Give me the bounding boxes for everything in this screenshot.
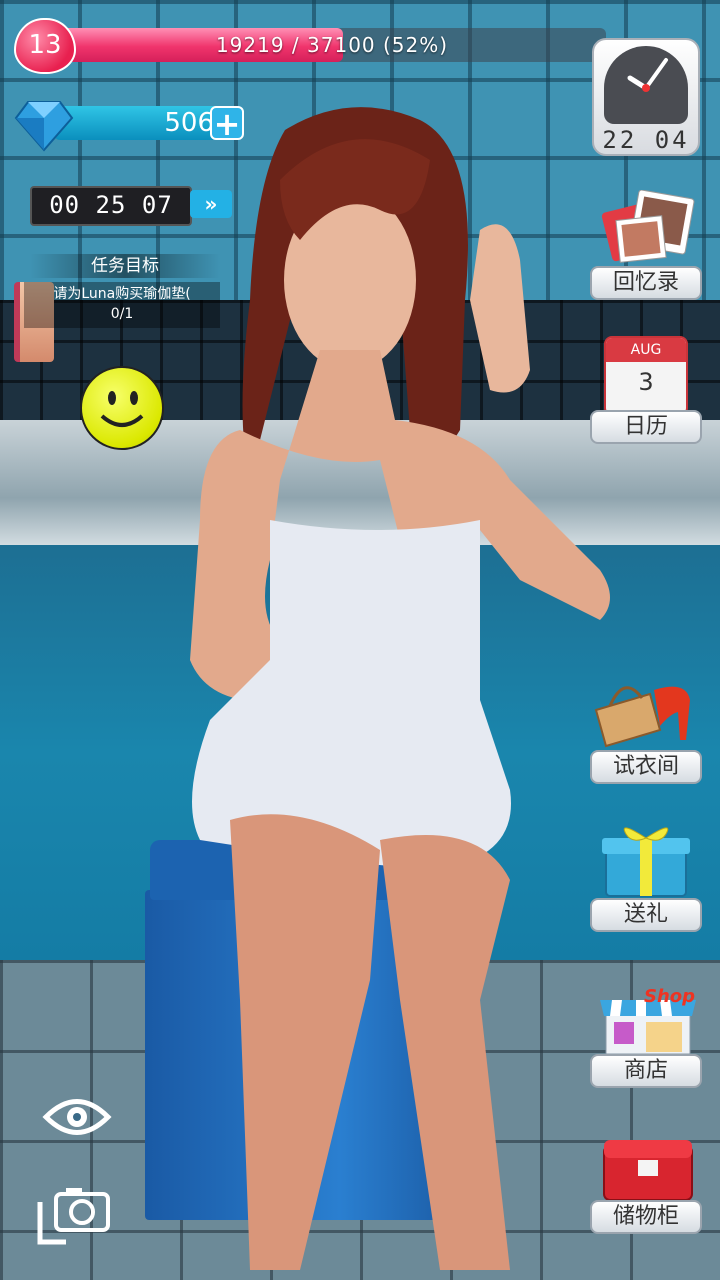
gem-count: 506 (164, 108, 214, 138)
photo-album-icon (601, 190, 695, 263)
storage-button[interactable]: 储物柜 (586, 1130, 706, 1242)
treasure-chest-icon (603, 1140, 693, 1201)
quest-title: 任务目标 (30, 254, 220, 278)
memories-label: 回忆录 (590, 266, 702, 300)
game-timer: 00 25 07 (30, 186, 192, 226)
wardrobe-label: 试衣间 (590, 750, 702, 784)
clock-face (604, 46, 688, 124)
gem-counter: 506 + (14, 96, 244, 152)
affection-level-bar: 19219 / 37100 (52%) 13 (14, 18, 606, 74)
quest-description[interactable]: 请为Luna购买瑜伽垫( 0/1 (24, 282, 220, 328)
smiley-icon[interactable] (80, 366, 164, 450)
level-number: 13 (28, 30, 62, 60)
storage-label: 储物柜 (590, 1200, 702, 1234)
calendar-button[interactable]: AUG 3 日历 (586, 336, 706, 446)
gift-label: 送礼 (590, 898, 702, 932)
camera-icon[interactable] (36, 1182, 116, 1248)
shop-sign-text: Shop (644, 986, 696, 1007)
shop-label: 商店 (590, 1054, 702, 1088)
shop-button[interactable]: Shop 商店 (586, 980, 706, 1090)
clock-hands (627, 58, 668, 92)
calendar-label: 日历 (590, 410, 702, 444)
smiley-face (100, 391, 144, 427)
memories-button[interactable]: 回忆录 (586, 190, 706, 302)
calendar-icon: AUG 3 (604, 336, 688, 416)
gem-bar: 506 + (54, 106, 244, 140)
plus-icon[interactable]: + (210, 106, 244, 140)
clock-time: 22 04 (602, 126, 690, 154)
quest-text: 请为Luna购买瑜伽垫( (53, 286, 191, 302)
heart-icon: 13 (14, 18, 76, 74)
diamond-icon (14, 101, 74, 152)
calendar-month: AUG (606, 338, 686, 362)
character-luna[interactable] (180, 100, 620, 1280)
wardrobe-button[interactable]: 试衣间 (586, 670, 706, 784)
calendar-day: 3 (638, 368, 654, 396)
xp-text: 19219 / 37100 (52%) (215, 33, 449, 57)
gift-box-icon (602, 827, 690, 897)
purse-heels-icon (594, 686, 690, 748)
quest-progress: 0/1 (110, 306, 134, 322)
xp-bar-track: 19219 / 37100 (52%) (58, 28, 606, 62)
eye-icon[interactable] (42, 1092, 112, 1142)
clock-icon[interactable]: 22 04 (592, 38, 700, 156)
fast-forward-icon[interactable]: » (190, 190, 232, 218)
gift-button[interactable]: 送礼 (586, 820, 706, 932)
